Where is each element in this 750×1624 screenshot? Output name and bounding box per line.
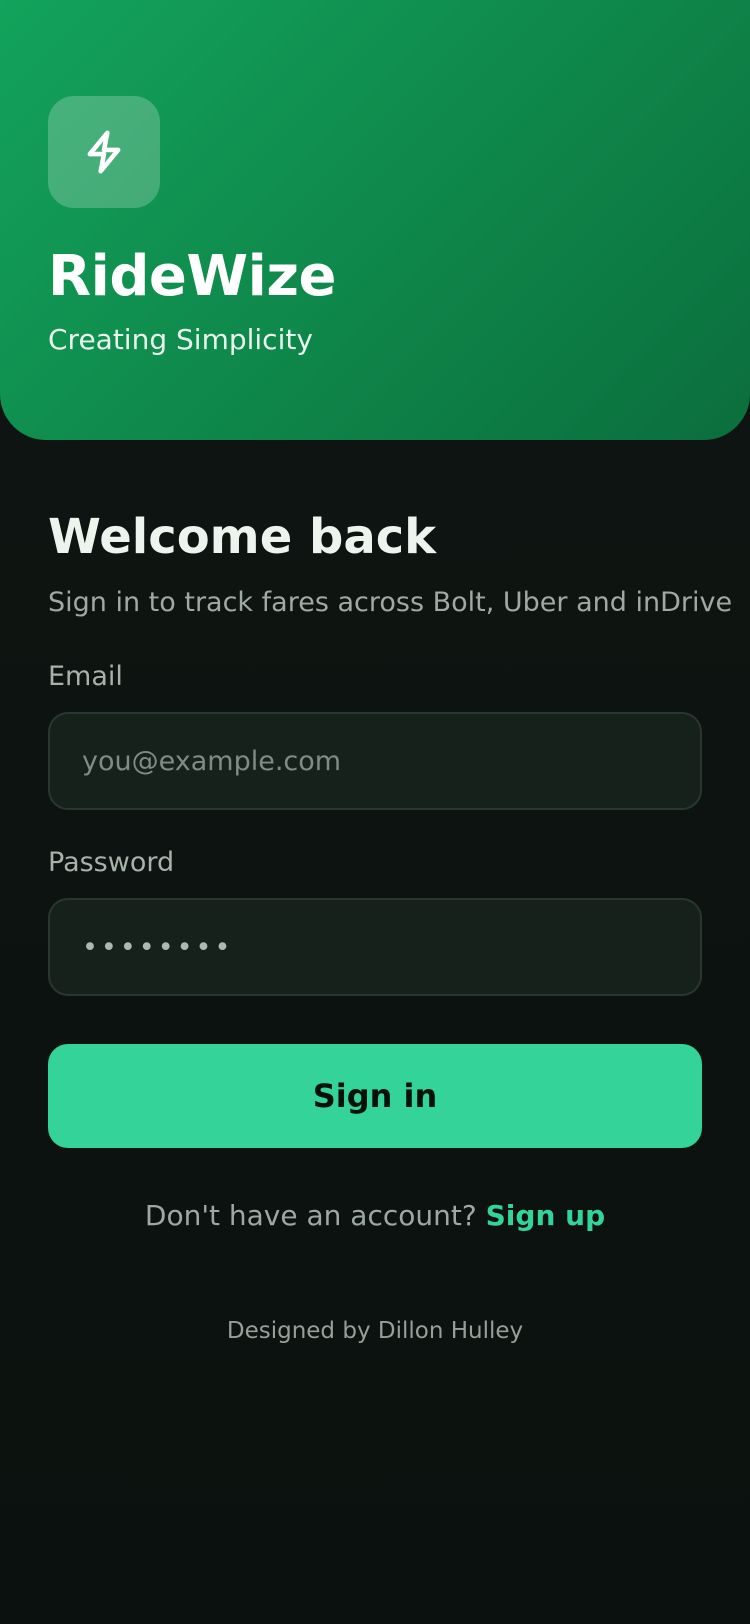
brand-header: RideWize Creating Simplicity xyxy=(0,0,750,440)
designer-credit: Designed by Dillon Hulley xyxy=(226,1318,524,1344)
sign-in-button[interactable]: Sign in xyxy=(48,1044,702,1148)
app-logo xyxy=(48,96,160,208)
email-label: Email xyxy=(48,661,123,692)
welcome-title: Welcome back xyxy=(48,509,437,565)
app-name: RideWize xyxy=(48,244,336,309)
sign-up-prompt: Don't have an account? Sign up xyxy=(0,1196,750,1236)
login-screen: RideWize Creating Simplicity Welcome bac… xyxy=(0,0,750,1624)
email-input[interactable] xyxy=(48,712,702,810)
password-label: Password xyxy=(48,847,175,878)
sign-up-link[interactable]: Sign up xyxy=(486,1199,605,1232)
lightning-bolt-icon xyxy=(87,130,121,174)
welcome-subtitle: Sign in to track fares across Bolt, Uber… xyxy=(48,587,733,618)
password-input[interactable] xyxy=(48,898,702,996)
no-account-text: Don't have an account? xyxy=(144,1199,477,1232)
app-tagline: Creating Simplicity xyxy=(48,323,313,356)
